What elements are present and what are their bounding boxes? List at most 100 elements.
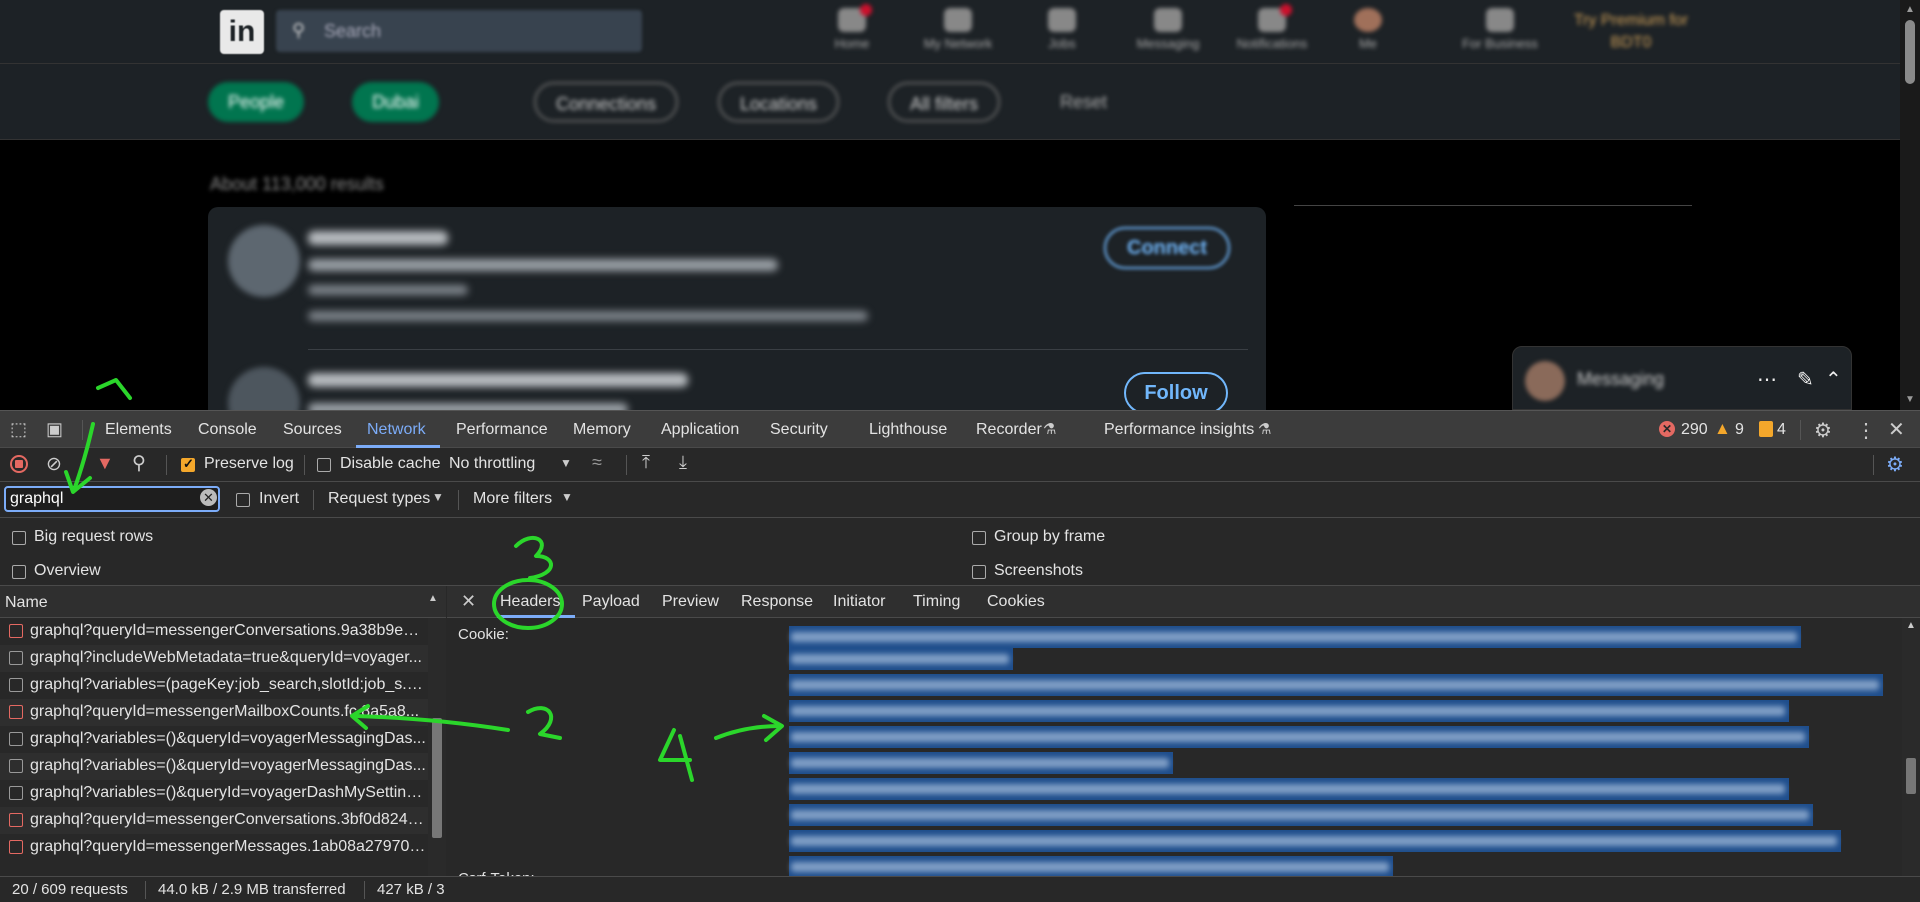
nav-notifications[interactable]: Notifications xyxy=(1232,4,1312,58)
invert-label[interactable]: Invert xyxy=(259,490,299,508)
request-list-scrollbar[interactable] xyxy=(428,618,446,876)
tab-elements[interactable]: Elements xyxy=(105,421,172,439)
tab-performance-insights[interactable]: Performance insights xyxy=(1104,421,1254,439)
warning-count[interactable]: 9 xyxy=(1735,421,1744,439)
error-icon[interactable]: ✕ xyxy=(1659,421,1675,437)
result-name-blurred[interactable] xyxy=(308,373,688,387)
big-request-rows-checkbox[interactable] xyxy=(12,531,26,545)
tab-sources[interactable]: Sources xyxy=(283,421,342,439)
tab-lighthouse[interactable]: Lighthouse xyxy=(869,421,947,439)
filter-connections[interactable]: Connections xyxy=(534,82,679,122)
request-row[interactable]: graphql?queryId=messengerConversations.9… xyxy=(0,618,428,645)
page-scrollbar[interactable]: ▲ ▼ xyxy=(1900,0,1920,410)
sort-asc-icon[interactable]: ▲ xyxy=(428,593,438,604)
linkedin-logo[interactable]: in xyxy=(220,10,264,54)
request-types-dropdown[interactable]: Request types xyxy=(328,490,430,508)
scroll-down-arrow-icon[interactable]: ▼ xyxy=(1905,394,1915,405)
messaging-widget[interactable]: Messaging ⋯ ✎ ⌃ xyxy=(1512,346,1852,410)
filter-locations[interactable]: Locations xyxy=(718,82,840,122)
name-column-header[interactable]: Name xyxy=(5,594,48,612)
disable-cache-label[interactable]: Disable cache xyxy=(340,455,441,473)
invert-checkbox[interactable] xyxy=(236,493,250,507)
scroll-up-arrow-icon[interactable]: ▲ xyxy=(1906,620,1916,631)
detail-scrollbar-thumb[interactable] xyxy=(1906,758,1916,794)
linkedin-search-box[interactable]: ⚲ Search xyxy=(276,10,642,52)
nav-messaging[interactable]: Messaging xyxy=(1128,6,1208,58)
request-row[interactable]: graphql?queryId=messengerMessages.1ab08a… xyxy=(0,834,428,861)
nav-home[interactable]: Home xyxy=(812,4,892,58)
request-row[interactable]: graphql?variables=()&queryId=voyagerMess… xyxy=(0,753,428,780)
inspect-element-icon[interactable]: ⬚ xyxy=(10,419,27,440)
tab-network[interactable]: Network xyxy=(367,421,426,439)
nav-jobs[interactable]: Jobs xyxy=(1022,6,1102,58)
request-row[interactable]: graphql?variables=()&queryId=voyagerDash… xyxy=(0,780,428,807)
issues-count[interactable]: 4 xyxy=(1777,421,1786,439)
compose-icon[interactable]: ✎ xyxy=(1797,367,1814,392)
screenshots-checkbox[interactable] xyxy=(972,565,986,579)
error-count[interactable]: 290 xyxy=(1681,421,1708,439)
chevron-down-icon[interactable]: ▼ xyxy=(560,456,572,470)
page-scrollbar-thumb[interactable] xyxy=(1905,20,1915,84)
more-options-icon[interactable]: ⋯ xyxy=(1757,367,1777,392)
tab-timing[interactable]: Timing xyxy=(913,593,960,611)
filter-funnel-icon[interactable]: ▼ xyxy=(96,453,114,474)
throttling-select[interactable]: No throttling xyxy=(449,455,535,473)
clear-filter-icon[interactable]: ✕ xyxy=(200,489,217,506)
filter-input[interactable]: graphql xyxy=(4,486,220,512)
scroll-up-arrow-icon[interactable]: ▲ xyxy=(1905,4,1915,15)
result-avatar[interactable] xyxy=(228,367,300,410)
overview-label[interactable]: Overview xyxy=(34,562,101,580)
more-options-icon[interactable]: ⋮ xyxy=(1856,418,1876,443)
tab-memory[interactable]: Memory xyxy=(573,421,631,439)
issues-icon[interactable] xyxy=(1759,421,1773,437)
request-list-scrollbar-thumb[interactable] xyxy=(432,718,442,838)
settings-gear-icon[interactable]: ⚙ xyxy=(1814,418,1832,443)
tab-performance[interactable]: Performance xyxy=(456,421,548,439)
filter-reset[interactable]: Reset xyxy=(1040,82,1127,122)
tab-application[interactable]: Application xyxy=(661,421,739,439)
tab-preview[interactable]: Preview xyxy=(662,593,719,611)
tab-recorder[interactable]: Recorder xyxy=(976,421,1042,439)
tab-headers[interactable]: Headers xyxy=(500,593,560,611)
filter-people[interactable]: People xyxy=(208,82,305,122)
record-stop-icon[interactable] xyxy=(10,455,28,473)
preserve-log-checkbox[interactable] xyxy=(181,456,195,472)
detail-scrollbar[interactable]: ▲ xyxy=(1902,618,1920,876)
group-by-frame-label[interactable]: Group by frame xyxy=(994,528,1105,546)
request-row[interactable]: graphql?queryId=messengerMailboxCounts.f… xyxy=(0,699,428,726)
follow-button[interactable]: Follow xyxy=(1124,372,1228,410)
request-row[interactable]: graphql?queryId=messengerConversations.3… xyxy=(0,807,428,834)
chevron-down-icon[interactable]: ▼ xyxy=(561,490,573,504)
network-settings-gear-icon[interactable]: ⚙ xyxy=(1886,452,1904,477)
result-name-blurred[interactable] xyxy=(308,231,448,245)
cookie-value-selected[interactable] xyxy=(789,626,1883,878)
tab-security[interactable]: Security xyxy=(770,421,828,439)
import-har-upload-icon[interactable]: ⤒ xyxy=(642,452,650,473)
group-by-frame-checkbox[interactable] xyxy=(972,531,986,545)
nav-me[interactable]: Me xyxy=(1328,6,1408,58)
tab-console[interactable]: Console xyxy=(198,421,257,439)
nav-for-business[interactable]: For Business xyxy=(1450,6,1550,58)
close-detail-icon[interactable]: ✕ xyxy=(461,591,476,612)
filter-dubai[interactable]: Dubai xyxy=(352,82,440,122)
screenshots-label[interactable]: Screenshots xyxy=(994,562,1083,580)
overview-checkbox[interactable] xyxy=(12,565,26,579)
tab-payload[interactable]: Payload xyxy=(582,593,640,611)
warning-icon[interactable]: ▲ xyxy=(1714,419,1731,439)
nav-my-network[interactable]: My Network xyxy=(918,6,998,58)
filter-all-filters[interactable]: All filters xyxy=(888,82,1001,122)
search-icon[interactable]: ⚲ xyxy=(132,452,146,475)
big-request-rows-label[interactable]: Big request rows xyxy=(34,528,153,546)
tab-response[interactable]: Response xyxy=(741,593,813,611)
tab-initiator[interactable]: Initiator xyxy=(833,593,885,611)
chevron-up-icon[interactable]: ⌃ xyxy=(1825,367,1842,392)
device-toolbar-icon[interactable]: ▣ xyxy=(46,419,63,440)
close-devtools-icon[interactable]: ✕ xyxy=(1888,417,1905,442)
request-row[interactable]: graphql?variables=(pageKey:job_search,sl… xyxy=(0,672,428,699)
network-conditions-icon[interactable]: ≈ xyxy=(592,452,602,473)
result-avatar[interactable] xyxy=(228,225,300,297)
connect-button[interactable]: Connect xyxy=(1104,227,1230,269)
export-har-download-icon[interactable]: ⤓ xyxy=(679,452,687,473)
request-row[interactable]: graphql?includeWebMetadata=true&queryId=… xyxy=(0,645,428,672)
tab-cookies[interactable]: Cookies xyxy=(987,593,1045,611)
